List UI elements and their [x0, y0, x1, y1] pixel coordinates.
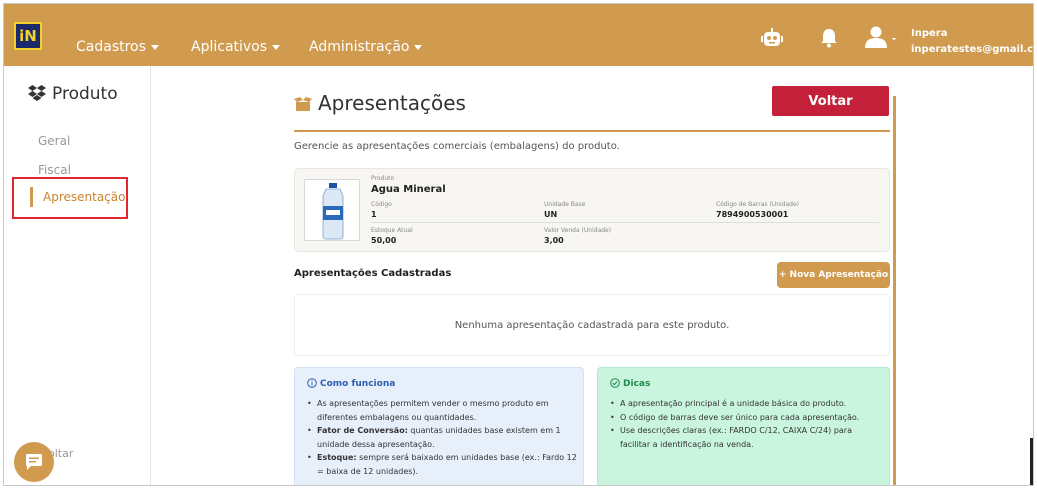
- card-divider: [371, 222, 879, 223]
- label-produto: Produto: [371, 175, 395, 182]
- info-list: As apresentações permitem vender o mesmo…: [307, 397, 577, 478]
- sidebar: Produto Geral Fiscal Apresentação: [4, 66, 151, 485]
- page-title: Apresentações: [294, 91, 466, 115]
- product-code: 1: [371, 210, 377, 219]
- presentations-list: Nenhuma apresentação cadastrada para est…: [294, 294, 890, 356]
- box-icon: [294, 97, 312, 111]
- info-item-bold: Estoque:: [317, 453, 357, 462]
- label-estoque: Estoque Atual: [371, 227, 413, 234]
- label-codigo: Código: [371, 201, 392, 208]
- main-content: Apresentações Voltar Gerencie as apresen…: [152, 66, 1033, 485]
- caret-down-icon: [414, 44, 423, 50]
- empty-message: Nenhuma apresentação cadastrada para est…: [454, 320, 730, 331]
- nova-apresentacao-button[interactable]: + Nova Apresentação: [777, 262, 890, 288]
- caret-down-icon: [272, 44, 281, 50]
- sidebar-item-apresentacao[interactable]: Apresentação: [12, 177, 128, 219]
- boxes-icon: [28, 85, 46, 101]
- info-box-title: Como funciona: [307, 378, 395, 389]
- info-item-text: sempre será baixado em unidades base (ex…: [317, 453, 577, 476]
- caret-down-icon: [150, 44, 159, 50]
- product-name: Agua Mineral: [371, 184, 446, 195]
- tips-list: A apresentação principal é a unidade bás…: [610, 397, 880, 451]
- info-item-text: As apresentações permitem vender o mesmo…: [317, 399, 549, 422]
- tips-item-text: Use descrições claras (ex.: FARDO C/12, …: [620, 426, 852, 449]
- list-item: Estoque: sempre será baixado em unidades…: [307, 451, 577, 478]
- info-item-bold: Fator de Conversão:: [317, 426, 408, 435]
- list-item: A apresentação principal é a unidade bás…: [610, 397, 880, 411]
- voltar-button[interactable]: Voltar: [772, 86, 889, 116]
- info-circle-icon: [307, 378, 317, 388]
- nav-administracao-label: Administração: [309, 39, 410, 55]
- tips-box-title: Dicas: [610, 378, 650, 389]
- chat-icon: [26, 454, 42, 470]
- product-card: Produto Agua Mineral Código 1 Unidade Ba…: [294, 168, 890, 252]
- sidebar-item-fiscal[interactable]: Fiscal: [38, 163, 71, 177]
- info-box: Como funciona As apresentações permitem …: [294, 367, 584, 485]
- tips-item-text: A apresentação principal é a unidade bás…: [620, 399, 847, 408]
- title-divider: [294, 130, 890, 132]
- product-barcode: 7894900530001: [716, 210, 789, 219]
- active-indicator: [30, 187, 33, 207]
- label-barras: Código de Barras (Unidade): [716, 201, 799, 208]
- label-valor: Valor Venda (Unidade): [544, 227, 612, 234]
- sidebar-item-geral[interactable]: Geral: [38, 134, 70, 148]
- sidebar-title-label: Produto: [52, 84, 118, 104]
- sidebar-title: Produto: [28, 84, 118, 104]
- nav-cadastros[interactable]: Cadastros: [76, 39, 159, 55]
- product-stock: 50,00: [371, 236, 397, 245]
- scrollbar[interactable]: [893, 96, 896, 485]
- tips-box-title-label: Dicas: [623, 379, 651, 389]
- window-edge: [1030, 438, 1033, 485]
- list-item: Use descrições claras (ex.: FARDO C/12, …: [610, 424, 880, 451]
- nav-aplicativos-label: Aplicativos: [191, 39, 268, 55]
- user-icon[interactable]: [865, 26, 897, 53]
- section-title: Apresentações Cadastradas: [294, 268, 452, 279]
- list-item: As apresentações permitem vender o mesmo…: [307, 397, 577, 424]
- app-window: iN Cadastros Aplicativos Administração I…: [3, 3, 1034, 486]
- check-circle-icon: [610, 378, 620, 388]
- user-name[interactable]: Inpera: [911, 28, 947, 39]
- inpera-logo[interactable]: iN: [14, 22, 42, 50]
- user-email[interactable]: inperatestes@gmail.com: [911, 44, 1033, 55]
- list-item: O código de barras deve ser único para c…: [610, 411, 880, 425]
- nav-administracao[interactable]: Administração: [309, 39, 423, 55]
- nav-cadastros-label: Cadastros: [76, 39, 146, 55]
- bell-icon[interactable]: [820, 28, 838, 53]
- tips-item-text: O código de barras deve ser único para c…: [620, 412, 860, 422]
- top-navbar: iN Cadastros Aplicativos Administração I…: [4, 4, 1033, 66]
- product-unit: UN: [544, 210, 558, 219]
- tips-box: Dicas A apresentação principal é a unida…: [597, 367, 890, 485]
- page-subtitle: Gerencie as apresentações comerciais (em…: [294, 141, 620, 152]
- robot-icon[interactable]: [761, 28, 783, 53]
- product-price: 3,00: [544, 236, 564, 245]
- list-item: Fator de Conversão: quantas unidades bas…: [307, 424, 577, 451]
- nav-aplicativos[interactable]: Aplicativos: [191, 39, 281, 55]
- sidebar-item-apresentacao-label: Apresentação: [43, 190, 126, 204]
- page-title-label: Apresentações: [318, 91, 466, 115]
- chat-button[interactable]: [14, 442, 54, 482]
- info-box-title-label: Como funciona: [320, 379, 396, 389]
- product-image: [304, 179, 360, 241]
- label-unidade: Unidade Base: [544, 201, 586, 208]
